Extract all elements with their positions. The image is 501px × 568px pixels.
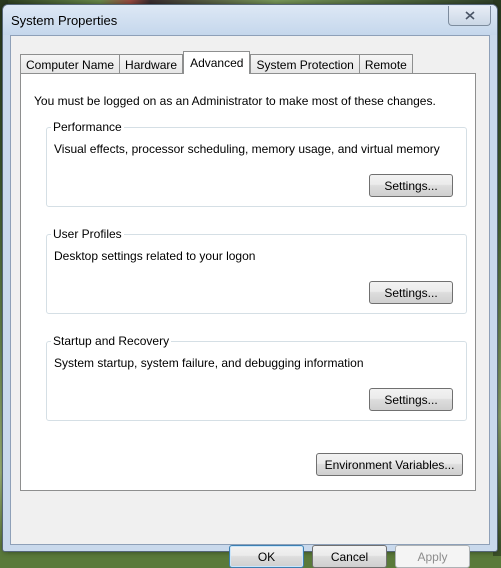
performance-settings-button[interactable]: Settings... <box>369 174 453 197</box>
admin-note: You must be logged on as an Administrato… <box>34 94 436 108</box>
environment-variables-button[interactable]: Environment Variables... <box>316 453 463 476</box>
window-title: System Properties <box>11 13 118 28</box>
performance-group: Performance Visual effects, processor sc… <box>46 120 467 207</box>
startup-recovery-title: Startup and Recovery <box>51 334 172 348</box>
tab-system-protection[interactable]: System Protection <box>250 54 360 74</box>
close-button[interactable] <box>448 6 491 26</box>
ok-button[interactable]: OK <box>229 545 304 568</box>
performance-title: Performance <box>51 120 124 134</box>
title-bar[interactable]: System Properties <box>3 5 497 35</box>
tab-remote[interactable]: Remote <box>358 54 413 74</box>
tab-strip: Computer Name Hardware Advanced System P… <box>20 50 413 74</box>
tab-hardware[interactable]: Hardware <box>119 54 184 74</box>
performance-description: Visual effects, processor scheduling, me… <box>54 142 440 156</box>
user-profiles-title: User Profiles <box>51 227 124 241</box>
close-icon <box>464 11 475 20</box>
user-profiles-group: User Profiles Desktop settings related t… <box>46 227 467 314</box>
apply-button[interactable]: Apply <box>395 545 470 568</box>
user-profiles-description: Desktop settings related to your logon <box>54 249 256 263</box>
user-profiles-settings-button[interactable]: Settings... <box>369 281 453 304</box>
tab-advanced[interactable]: Advanced <box>183 51 251 74</box>
advanced-tab-panel: You must be logged on as an Administrato… <box>20 73 476 491</box>
startup-recovery-settings-button[interactable]: Settings... <box>369 388 453 411</box>
tab-computer-name[interactable]: Computer Name <box>20 54 121 74</box>
startup-recovery-description: System startup, system failure, and debu… <box>54 356 364 370</box>
cancel-button[interactable]: Cancel <box>312 545 387 568</box>
startup-recovery-group: Startup and Recovery System startup, sys… <box>46 334 467 421</box>
